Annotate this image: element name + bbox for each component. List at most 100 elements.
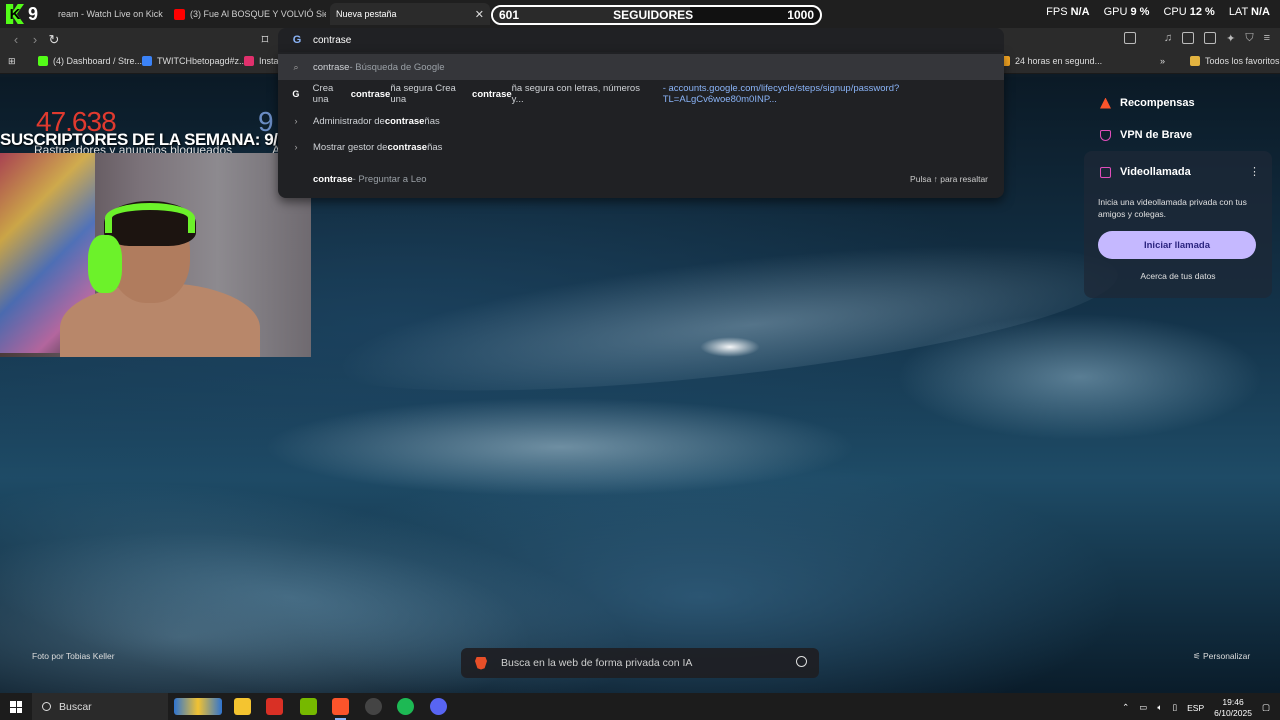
music-icon[interactable]: ♫ xyxy=(1164,32,1172,45)
taskbar-search[interactable]: Buscar xyxy=(32,693,168,720)
leo-ai-icon[interactable]: ✦ xyxy=(1226,32,1235,45)
video-call-description: Inicia una videollamada privada con tus … xyxy=(1098,197,1247,219)
vpn-shield-icon xyxy=(1100,129,1111,141)
menu-icon[interactable]: ≡ xyxy=(1264,32,1270,45)
weekly-subscribers: SUSCRIPTORES DE LA SEMANA: 9/100 xyxy=(0,130,305,149)
forward-icon[interactable]: › xyxy=(27,32,43,48)
lat-stat: LAT N/A xyxy=(1228,6,1270,18)
video-camera-icon xyxy=(1100,166,1111,178)
rewards-widget[interactable]: Recompensas xyxy=(1100,97,1195,109)
language-indicator[interactable]: ESP xyxy=(1187,703,1204,713)
tab-title: ream - Watch Live on Kick xyxy=(58,9,163,19)
more-options-icon[interactable]: ⋮ xyxy=(1249,165,1260,178)
google-icon: G xyxy=(292,89,300,99)
bookmark-item[interactable]: TWITCHbetopagd#z... xyxy=(142,56,247,66)
follower-goal-bar: 601 SEGUIDORES 1000 xyxy=(491,5,822,25)
apps-icon[interactable]: ⊞ xyxy=(8,56,16,67)
webcam-feed xyxy=(0,153,311,357)
fps-stat: FPS N/A xyxy=(1046,6,1090,18)
file-explorer-icon[interactable] xyxy=(234,698,251,715)
rewards-icon xyxy=(1100,97,1111,109)
sliders-icon: ⚟ xyxy=(1193,651,1201,661)
vpn-widget[interactable]: VPN de Brave xyxy=(1100,129,1192,141)
notifications-icon[interactable]: ▢ xyxy=(1262,702,1270,713)
bookmark-item[interactable]: 24 horas en segund... xyxy=(1000,56,1102,66)
bookmark-item[interactable]: (4) Dashboard / Stre... xyxy=(38,56,142,66)
ai-search-placeholder: Busca en la web de forma privada con IA xyxy=(501,657,693,669)
video-call-card: Videollamada ⋮ Inicia una videollamada p… xyxy=(1084,151,1272,298)
suggestion-item[interactable]: › Administrador de contrase ñas xyxy=(278,108,1004,134)
spotify-icon[interactable] xyxy=(397,698,414,715)
screenshot-icon[interactable] xyxy=(1123,32,1136,44)
performance-stats: FPS N/A GPU 9 % CPU 12 % LAT N/A xyxy=(1046,6,1270,18)
suggestion-item-leo[interactable]: contrase - Preguntar a Leo Pulsa ↑ para … xyxy=(278,166,1004,192)
tab-title: (3) Fue Al BOSQUE Y VOLVIÓ Siendo xyxy=(190,9,326,19)
all-bookmarks-folder[interactable]: Todos los favoritos xyxy=(1190,56,1280,66)
close-tab-icon[interactable]: ✕ xyxy=(475,8,484,21)
folder-icon xyxy=(1190,56,1200,66)
google-icon: G xyxy=(292,34,302,46)
kick-icon: K xyxy=(6,4,24,24)
chevron-right-icon: › xyxy=(294,116,298,126)
highlight-hint: Pulsa ↑ para resaltar xyxy=(910,174,988,184)
search-icon xyxy=(42,702,51,711)
search-icon: ⌕ xyxy=(293,61,299,72)
brave-lion-icon xyxy=(475,656,487,670)
background-ridge xyxy=(295,214,1125,420)
address-input[interactable] xyxy=(313,34,713,46)
search-icon[interactable] xyxy=(796,656,807,667)
clock[interactable]: 19:46 6/10/2025 xyxy=(1214,697,1252,718)
volume-icon[interactable]: 🔈︎ xyxy=(1157,702,1162,713)
widgets-icon[interactable] xyxy=(174,698,222,715)
kick-overlay-logo: K 9 xyxy=(6,3,52,25)
reload-icon[interactable]: ↻ xyxy=(46,32,62,48)
windows-start-icon[interactable] xyxy=(10,701,22,713)
goal-label: SEGUIDORES xyxy=(613,8,694,22)
ai-search-box[interactable]: Busca en la web de forma privada con IA xyxy=(461,648,819,678)
tab-strip: K 9 ream - Watch Live on Kick (3) Fue Al… xyxy=(0,0,1280,28)
back-icon[interactable]: ‹ xyxy=(8,32,24,48)
nvidia-icon[interactable] xyxy=(300,698,317,715)
discord-icon[interactable] xyxy=(430,698,447,715)
tab-new-tab[interactable]: Nueva pestaña ✕ xyxy=(330,3,490,25)
suggestion-url: - accounts.google.com/lifecycle/steps/si… xyxy=(662,83,900,105)
more-bookmarks-icon[interactable]: » xyxy=(1160,56,1165,66)
tab-title: Nueva pestaña xyxy=(336,9,397,19)
kick-number: 9 xyxy=(28,3,39,24)
tab-youtube[interactable]: (3) Fue Al BOSQUE Y VOLVIÓ Siendo xyxy=(168,3,326,25)
bookmark-icon[interactable]: ⌑ xyxy=(257,32,273,48)
start-call-button[interactable]: Iniciar llamada xyxy=(1098,231,1256,259)
suggestion-item[interactable]: › Mostrar gestor de contrase ñas xyxy=(278,134,1004,160)
toolbar-actions: ♫ ✦ ⛉ ≡ xyxy=(1123,32,1270,45)
omnibox-suggestions: ⌕ contrase - Búsqueda de Google G Crea u… xyxy=(278,52,1004,198)
kick-icon xyxy=(38,56,48,66)
brave-browser-icon[interactable] xyxy=(332,698,349,720)
network-icon[interactable]: ▭ xyxy=(1139,702,1147,713)
video-call-title: Videollamada xyxy=(1100,166,1191,178)
customize-button[interactable]: ⚟ Personalizar xyxy=(1193,651,1250,662)
bookmark-item[interactable]: Insta xyxy=(244,56,279,66)
photo-credit[interactable]: Foto por Tobias Keller xyxy=(32,651,115,661)
background-highlight xyxy=(700,337,760,357)
headphones-earcup xyxy=(88,235,122,293)
gpu-stat: GPU 9 % xyxy=(1103,6,1150,18)
pdf-reader-icon[interactable] xyxy=(266,698,283,715)
windows-taskbar: Buscar ⌃ ▭ 🔈︎ ▯ ESP 19:46 6/10/2025 ▢ xyxy=(0,693,1280,720)
address-bar[interactable]: G xyxy=(278,28,1004,52)
link-icon xyxy=(142,56,152,66)
cpu-stat: CPU 12 % xyxy=(1163,6,1215,18)
obs-icon[interactable] xyxy=(365,698,382,715)
system-tray: ⌃ ▭ 🔈︎ ▯ ESP 19:46 6/10/2025 ▢ xyxy=(1122,697,1270,718)
headphones-band xyxy=(105,203,195,233)
goal-target: 1000 xyxy=(787,8,814,22)
wallet-icon[interactable] xyxy=(1204,32,1217,44)
suggestion-item[interactable]: G Crea una contrase ña segura Crea una co… xyxy=(278,81,1004,107)
shield-icon[interactable]: ⛉ xyxy=(1245,32,1253,45)
about-data-link[interactable]: Acerca de tus datos xyxy=(1084,271,1272,281)
sidebar-icon[interactable] xyxy=(1182,32,1195,44)
instagram-icon xyxy=(244,56,254,66)
tab-kick[interactable]: ream - Watch Live on Kick xyxy=(52,3,166,25)
chevron-up-icon[interactable]: ⌃ xyxy=(1122,702,1129,713)
suggestion-item[interactable]: ⌕ contrase - Búsqueda de Google xyxy=(278,54,1004,80)
battery-icon[interactable]: ▯ xyxy=(1172,702,1177,713)
